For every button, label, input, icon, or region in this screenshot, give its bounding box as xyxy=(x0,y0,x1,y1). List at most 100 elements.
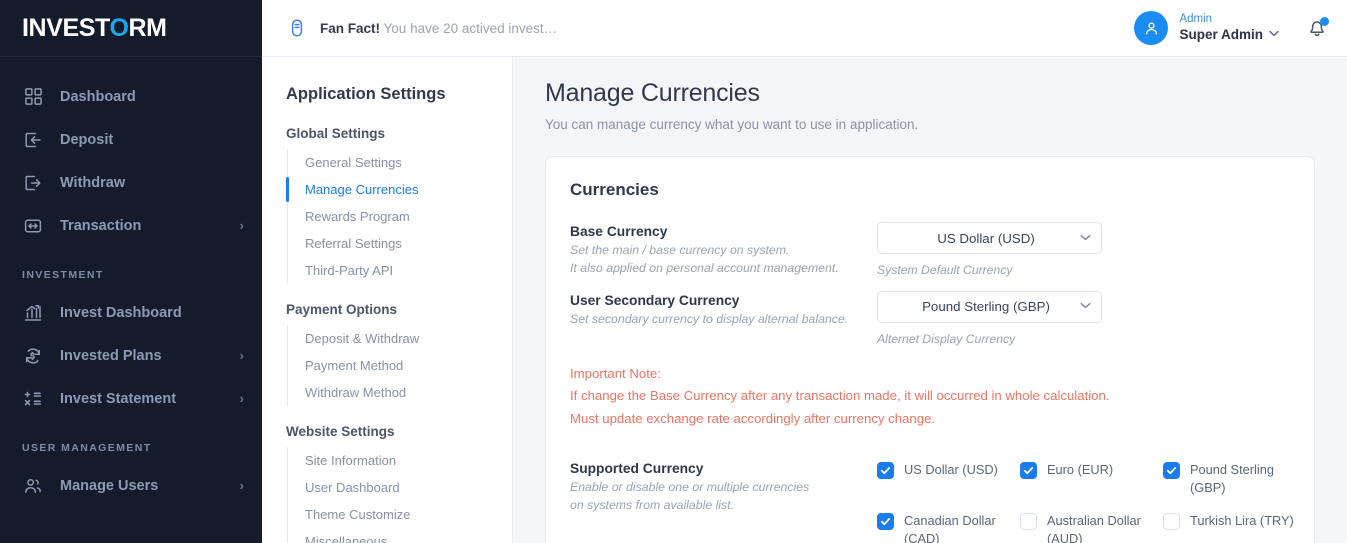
currency-checkbox-item[interactable]: Australian Dollar (AUD) xyxy=(1020,512,1163,543)
important-note-heading: Important Note: xyxy=(570,365,661,381)
page-title: Manage Currencies xyxy=(545,79,760,107)
card-title: Currencies xyxy=(570,180,659,199)
supported-currency-label: Supported Currency xyxy=(570,460,704,476)
sidebar-item-withdraw[interactable]: Withdraw xyxy=(0,161,262,204)
calculator-icon xyxy=(22,388,44,410)
grid-icon xyxy=(22,86,44,108)
body-row: Application Settings Global Settings Gen… xyxy=(262,57,1347,543)
settings-item-site-information[interactable]: Site Information xyxy=(288,447,512,474)
sidebar-item-invested-plans[interactable]: Invested Plans › xyxy=(0,334,262,377)
secondary-currency-labels: User Secondary Currency Set secondary cu… xyxy=(570,291,877,329)
currency-checkbox-item[interactable]: US Dollar (USD) xyxy=(877,461,1020,498)
base-currency-control: US Dollar (USD) System Default Currency xyxy=(877,222,1290,277)
chevron-down-icon xyxy=(1080,233,1091,244)
chevron-right-icon: › xyxy=(239,478,244,493)
chevron-right-icon: › xyxy=(239,348,244,363)
base-currency-select[interactable]: US Dollar (USD) xyxy=(877,222,1102,254)
supported-currency-labels: Supported Currency Enable or disable one… xyxy=(570,459,877,543)
avatar xyxy=(1134,11,1169,45)
content-area: Manage Currencies You can manage currenc… xyxy=(513,57,1347,543)
user-name: Super Admin xyxy=(1179,27,1279,44)
settings-item-third-party-api[interactable]: Third-Party API xyxy=(288,257,512,284)
sidebar-section-user-management: USER MANAGEMENT xyxy=(22,442,152,454)
chevron-down-icon xyxy=(1269,29,1279,42)
note-icon xyxy=(286,17,308,39)
settings-group-payment: Payment Options Deposit & Withdraw Payme… xyxy=(286,302,512,406)
secondary-currency-select[interactable]: Pound Sterling (GBP) xyxy=(877,290,1102,323)
base-currency-label: Base Currency xyxy=(570,224,668,239)
settings-item-miscellaneous[interactable]: Miscellaneous xyxy=(288,528,512,543)
secondary-currency-control: Pound Sterling (GBP) Alternet Display Cu… xyxy=(877,290,1290,346)
settings-panel-title: Application Settings xyxy=(286,85,446,103)
chevron-right-icon: › xyxy=(239,391,244,406)
fan-fact-message: You have 20 actived invest… xyxy=(383,20,558,36)
transaction-icon xyxy=(22,215,44,237)
sidebar-item-deposit[interactable]: Deposit xyxy=(0,118,262,161)
user-menu[interactable]: Admin Super Admin xyxy=(1134,11,1279,45)
currencies-card: Currencies Base Currency Set the main / … xyxy=(545,156,1315,543)
fan-fact-banner[interactable]: Fan Fact! You have 20 actived invest… xyxy=(286,17,557,39)
supported-currency-hint: Enable or disable one or multiple curren… xyxy=(570,479,877,515)
currency-checkbox-label: Australian Dollar (AUD) xyxy=(1047,512,1141,543)
withdraw-icon xyxy=(22,172,44,194)
secondary-currency-note: Alternet Display Currency xyxy=(877,331,1016,346)
supported-currency-checkbox-grid: US Dollar (USD) Euro (EUR) Pound Sterling … xyxy=(877,459,1313,543)
currency-checkbox-item[interactable]: Canadian Dollar (CAD) xyxy=(877,512,1020,543)
base-currency-labels: Base Currency Set the main / base curren… xyxy=(570,222,877,278)
sidebar-item-transaction[interactable]: Transaction › xyxy=(0,204,262,247)
sidebar-item-manage-users[interactable]: Manage Users › xyxy=(0,464,262,507)
settings-item-rewards-program[interactable]: Rewards Program xyxy=(288,203,512,230)
base-currency-hint-line1: Set the main / base currency on system. xyxy=(570,243,790,257)
top-header: Fan Fact! You have 20 actived invest… Ad… xyxy=(262,0,1347,57)
settings-group-title: Payment Options xyxy=(286,302,398,317)
checkbox-turkish-lira-try[interactable] xyxy=(1163,512,1180,530)
notifications-button[interactable] xyxy=(1305,16,1329,40)
main-sidebar: INVESTORM Dashboard Deposit Withdraw Tra… xyxy=(0,0,262,543)
settings-group-title: Global Settings xyxy=(286,126,386,141)
currency-checkbox-item[interactable]: Pound Sterling (GBP) xyxy=(1163,461,1313,498)
checkbox-pound-sterling-gbp[interactable] xyxy=(1163,461,1180,479)
brand-logo[interactable]: INVESTORM xyxy=(0,0,262,57)
secondary-currency-value: Pound Sterling (GBP) xyxy=(922,299,1050,315)
sidebar-item-invest-dashboard[interactable]: Invest Dashboard xyxy=(0,291,262,334)
settings-item-payment-method[interactable]: Payment Method xyxy=(288,352,512,379)
checkbox-canadian-dollar-cad[interactable] xyxy=(877,512,894,530)
main-column: Fan Fact! You have 20 actived invest… Ad… xyxy=(262,0,1347,543)
chevron-down-icon xyxy=(1080,301,1091,312)
sidebar-item-label: Invest Dashboard xyxy=(60,304,182,321)
sidebar-item-dashboard[interactable]: Dashboard xyxy=(0,75,262,118)
settings-item-manage-currencies[interactable]: Manage Currencies xyxy=(286,176,512,203)
fan-fact-bold: Fan Fact! xyxy=(320,20,381,36)
sidebar-item-label: Withdraw xyxy=(60,174,126,191)
checkbox-euro-eur[interactable] xyxy=(1020,461,1037,479)
base-currency-value: US Dollar (USD) xyxy=(937,230,1035,246)
important-note-line2: Must update exchange rate accordingly af… xyxy=(570,411,936,427)
deposit-icon xyxy=(22,129,44,151)
fan-fact-text: Fan Fact! You have 20 actived invest… xyxy=(320,21,557,36)
settings-item-theme-customize[interactable]: Theme Customize xyxy=(288,501,512,528)
important-note: Important Note: If change the Base Curre… xyxy=(570,363,1290,431)
currency-checkbox-item[interactable]: Euro (EUR) xyxy=(1020,461,1163,498)
settings-item-general-settings[interactable]: General Settings xyxy=(288,149,512,176)
refresh-dollar-icon xyxy=(22,345,44,367)
currency-checkbox-item[interactable]: Turkish Lira (TRY) xyxy=(1163,512,1313,543)
supported-currency-hint-line1: Enable or disable one or multiple curren… xyxy=(570,479,810,494)
settings-item-deposit-withdraw[interactable]: Deposit & Withdraw xyxy=(288,325,512,352)
checkbox-us-dollar-usd[interactable] xyxy=(877,461,894,479)
settings-item-user-dashboard[interactable]: User Dashboard xyxy=(288,474,512,501)
secondary-currency-hint-line1: Set secondary currency to display altern… xyxy=(570,311,849,326)
currency-checkbox-label: Canadian Dollar (CAD) xyxy=(904,512,996,543)
settings-item-withdraw-method[interactable]: Withdraw Method xyxy=(288,379,512,406)
supported-currency-row: Supported Currency Enable or disable one… xyxy=(570,459,1294,543)
checkbox-australian-dollar-aud[interactable] xyxy=(1020,512,1037,530)
sidebar-item-invest-statement[interactable]: Invest Statement › xyxy=(0,377,262,420)
settings-item-referral-settings[interactable]: Referral Settings xyxy=(288,230,512,257)
brand-part2: RM xyxy=(128,13,167,42)
settings-group-list: Site Information User Dashboard Theme Cu… xyxy=(287,447,512,543)
currency-checkbox-label: US Dollar (USD) xyxy=(904,461,998,477)
page-subtitle: You can manage currency what you want to… xyxy=(545,117,919,132)
user-meta: Admin Super Admin xyxy=(1179,12,1279,43)
sidebar-item-label: Invested Plans xyxy=(60,347,162,364)
currency-checkbox-label: Euro (EUR) xyxy=(1047,461,1114,477)
